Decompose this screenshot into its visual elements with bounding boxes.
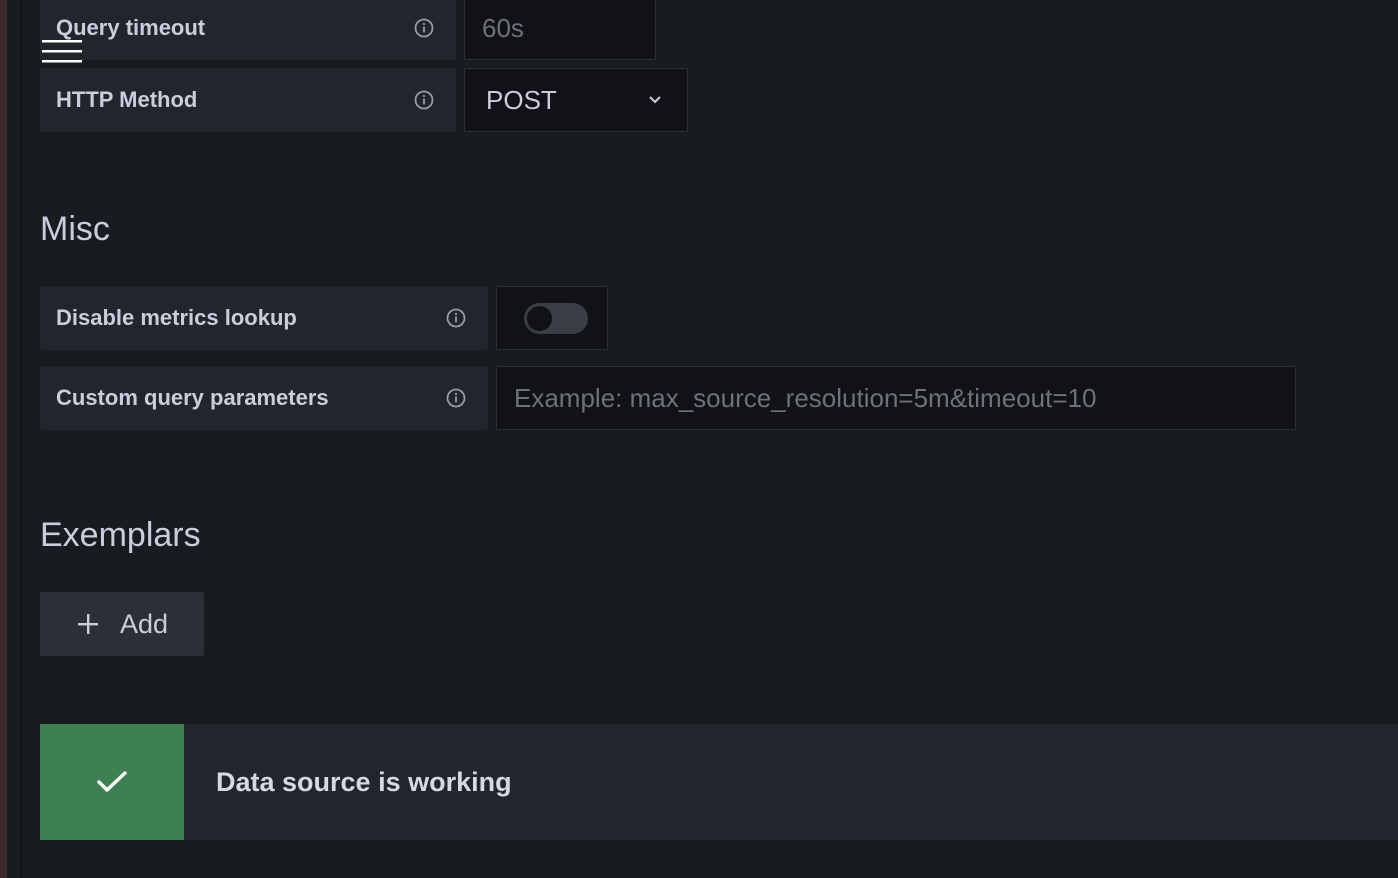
disable-metrics-lookup-label-box: Disable metrics lookup: [40, 286, 488, 350]
custom-query-parameters-label: Custom query parameters: [56, 385, 329, 410]
add-exemplar-button[interactable]: Add: [40, 592, 204, 656]
query-timeout-label-box: Query timeout: [40, 0, 456, 60]
add-exemplar-label: Add: [120, 608, 169, 639]
query-timeout-placeholder: 60s: [482, 12, 524, 43]
query-timeout-input[interactable]: 60s: [464, 0, 656, 60]
toggle-knob: [527, 306, 552, 331]
info-circle-icon[interactable]: [414, 90, 434, 110]
hamburger-menu-icon[interactable]: [42, 40, 82, 64]
http-method-value: POST: [486, 84, 557, 115]
http-method-label: HTTP Method: [56, 87, 198, 112]
chevron-down-icon: [649, 96, 661, 104]
datasource-status-alert: Data source is working: [40, 724, 1398, 840]
info-circle-icon[interactable]: [446, 308, 466, 328]
status-icon-box: [40, 724, 184, 840]
custom-query-parameters-placeholder: Example: max_source_resolution=5m&timeou…: [514, 382, 1097, 413]
http-method-select[interactable]: POST: [464, 68, 688, 132]
panel-divider: [20, 0, 22, 878]
info-circle-icon[interactable]: [446, 388, 466, 408]
check-icon: [97, 771, 127, 792]
window-edge: [0, 0, 7, 878]
exemplars-section-title: Exemplars: [40, 516, 201, 554]
info-circle-icon[interactable]: [414, 18, 434, 38]
disable-metrics-lookup-label: Disable metrics lookup: [56, 305, 297, 330]
query-timeout-label: Query timeout: [56, 15, 206, 40]
status-message: Data source is working: [216, 766, 512, 797]
disable-metrics-lookup-toggle[interactable]: [524, 303, 588, 334]
custom-query-parameters-input[interactable]: Example: max_source_resolution=5m&timeou…: [496, 366, 1296, 430]
plus-icon: [78, 614, 98, 634]
misc-section-title: Misc: [40, 210, 110, 248]
custom-query-parameters-label-box: Custom query parameters: [40, 366, 488, 430]
http-method-label-box: HTTP Method: [40, 68, 456, 132]
